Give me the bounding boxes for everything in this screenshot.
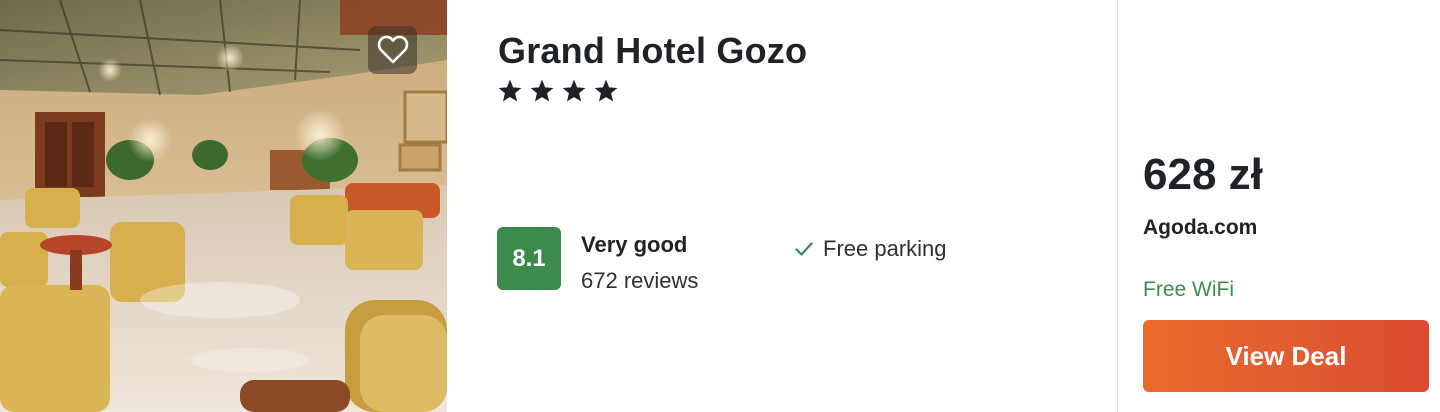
heart-icon [377,35,408,64]
amenity-label: Free parking [823,236,947,261]
check-icon [795,242,813,256]
price: 628 zł [1143,150,1263,199]
hotel-photo[interactable] [0,0,447,412]
rating-score-badge: 8.1 [497,227,561,290]
star-rating [497,78,619,104]
provider-name: Agoda.com [1143,216,1258,239]
amenity-item: Free parking [793,236,947,262]
offer-column: 628 zł Agoda.com Free WiFi View Deal [1118,0,1440,412]
star-icon [562,79,586,102]
hotel-details: Grand Hotel Gozo 8.1 Very good 672 revie… [447,0,1117,412]
star-icon [530,79,554,102]
hotel-name[interactable]: Grand Hotel Gozo [498,30,807,72]
view-deal-button[interactable]: View Deal [1143,320,1429,392]
star-icon [594,79,618,102]
hotel-result-card[interactable]: Grand Hotel Gozo 8.1 Very good 672 revie… [0,0,1440,412]
star-icon [498,79,522,102]
review-count[interactable]: 672 reviews [581,268,698,294]
favorite-button[interactable] [368,26,417,74]
offer-perk: Free WiFi [1143,278,1234,301]
rating-label: Very good [581,232,688,257]
